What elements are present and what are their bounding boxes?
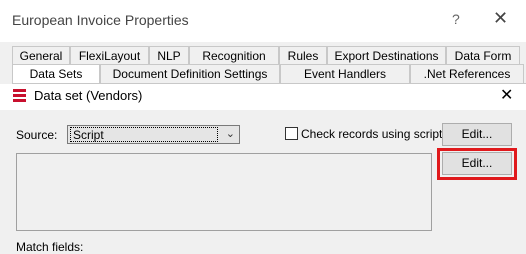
- tab-general[interactable]: General: [12, 46, 70, 65]
- dialog-close-button[interactable]: ✕: [500, 85, 513, 105]
- tab-row-top: General FlexiLayout NLP Recognition Rule…: [12, 46, 520, 65]
- outer-title-bar: European Invoice Properties ? ✕: [0, 0, 526, 42]
- tab-data-sets[interactable]: Data Sets: [12, 64, 100, 84]
- chevron-down-icon: ⌄: [225, 128, 235, 140]
- script-box: [16, 153, 432, 231]
- tab-export-destinations[interactable]: Export Destinations: [327, 46, 446, 65]
- tab-event-handlers[interactable]: Event Handlers: [280, 64, 410, 84]
- help-button[interactable]: ?: [452, 11, 460, 27]
- tab-recognition[interactable]: Recognition: [189, 46, 279, 65]
- tab-data-form[interactable]: Data Form: [446, 46, 520, 65]
- source-label: Source:: [16, 128, 58, 142]
- tab-net-references[interactable]: .Net References: [410, 64, 524, 84]
- stacked-layers-icon: [13, 89, 26, 102]
- match-fields-label: Match fields:: [16, 240, 84, 254]
- check-records-checkbox[interactable]: [285, 127, 298, 140]
- check-records-label: Check records using scripts: [301, 127, 449, 141]
- tab-document-definition-settings[interactable]: Document Definition Settings: [100, 64, 280, 84]
- tab-nlp[interactable]: NLP: [149, 46, 189, 65]
- source-select[interactable]: Script ⌄: [67, 125, 240, 144]
- edit-check-script-button[interactable]: Edit...: [442, 123, 512, 146]
- highlight-frame: [437, 148, 517, 180]
- source-select-value: Script: [70, 127, 218, 142]
- tab-rules[interactable]: Rules: [279, 46, 327, 65]
- outer-window-title: European Invoice Properties: [12, 12, 189, 28]
- outer-close-button[interactable]: ✕: [493, 8, 508, 29]
- dialog-title: Data set (Vendors): [34, 88, 143, 103]
- tab-flexilayout[interactable]: FlexiLayout: [70, 46, 149, 65]
- tab-row-bottom: Data Sets Document Definition Settings E…: [12, 64, 524, 84]
